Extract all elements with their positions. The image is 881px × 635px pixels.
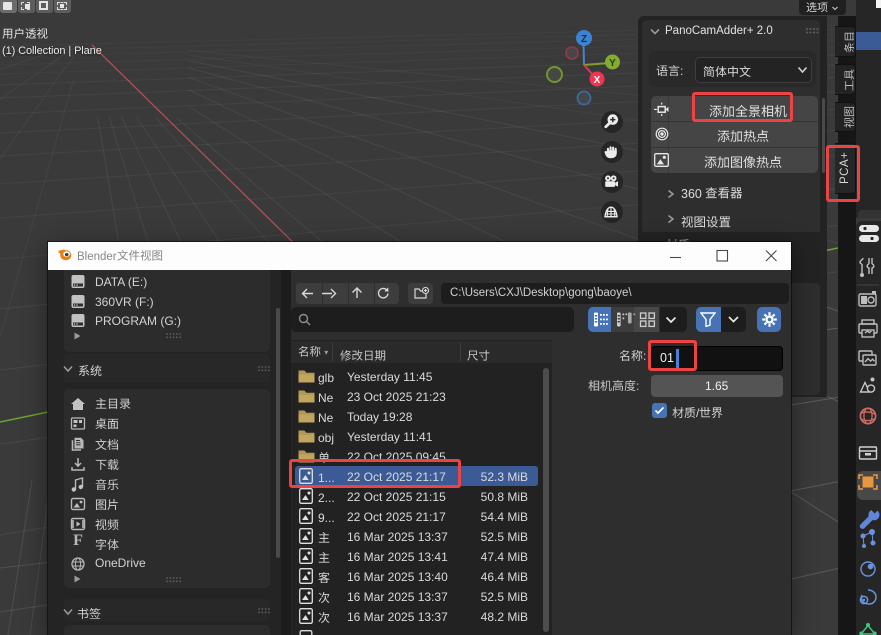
svg-text:X: X [594, 75, 601, 86]
svg-text:Z: Z [581, 34, 587, 45]
svg-text:Y: Y [609, 58, 616, 69]
